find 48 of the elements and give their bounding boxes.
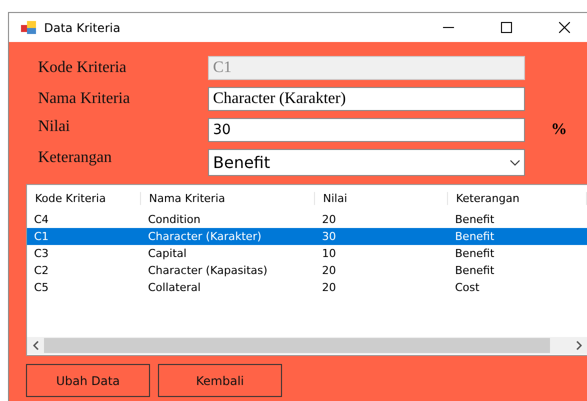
scroll-right-icon[interactable] — [576, 341, 582, 350]
table-cell-text: 20 — [321, 264, 337, 277]
scroll-left-icon[interactable] — [32, 341, 38, 350]
table-cell-text: C1 — [33, 230, 50, 243]
field-label: Keterangan — [38, 149, 113, 167]
table-cell-text: Collateral — [147, 281, 202, 294]
table-cell-text: C5 — [33, 281, 50, 294]
list-row[interactable]: C1 Character (Karakter) 30 Benefit — [27, 228, 587, 245]
window-title: Data Kriteria — [44, 20, 122, 34]
app-icon — [21, 21, 36, 34]
table-cell-text: Benefit — [454, 230, 496, 243]
table-cell-text: Benefit — [454, 213, 496, 226]
unit-label: % — [551, 121, 565, 139]
list-row[interactable]: C3 Capital 10 Benefit — [27, 245, 587, 262]
table-cell-text: 10 — [321, 247, 337, 260]
table-cell-text: Condition — [147, 213, 202, 226]
maximize-icon — [500, 22, 512, 33]
table-cell-text: 20 — [321, 213, 337, 226]
table-cell-text: 20 — [321, 281, 337, 294]
chevron-down-icon — [510, 160, 520, 166]
minimize-icon — [442, 27, 454, 28]
column-header[interactable]: Nama Kriteria — [141, 192, 315, 204]
table-cell-text: Benefit — [454, 247, 496, 260]
table-cell-text: Cost — [454, 281, 480, 294]
close-icon — [558, 22, 570, 33]
list-row[interactable]: C5 Collateral 20 Cost — [27, 279, 587, 296]
table-cell-text: Character (Kapasitas) — [147, 264, 268, 277]
field-label: Nilai — [38, 118, 71, 136]
column-header[interactable]: Kode Kriteria — [27, 192, 141, 204]
input-field[interactable]: 30 — [208, 118, 525, 142]
field-label: Kode Kriteria — [38, 59, 128, 77]
list-row[interactable]: C4 Condition 20 Benefit — [27, 211, 587, 228]
list-row[interactable]: C2 Character (Kapasitas) 20 Benefit — [27, 262, 587, 279]
table-cell-text: C4 — [33, 213, 50, 226]
input-field[interactable]: Character (Karakter) — [208, 87, 525, 111]
table-cell-text: Benefit — [454, 264, 496, 277]
action-button[interactable]: Kembali — [158, 364, 282, 397]
column-header[interactable]: Nilai — [315, 192, 448, 204]
table-cell-text: Capital — [147, 247, 188, 260]
column-header[interactable]: Keterangan — [448, 192, 587, 204]
dropdown[interactable]: Benefit — [208, 149, 525, 176]
field-label: Nama Kriteria — [38, 90, 131, 108]
table-cell-text: 30 — [321, 230, 337, 243]
table-cell-text: C2 — [33, 264, 50, 277]
action-button[interactable]: Ubah Data — [26, 364, 150, 397]
table-cell-text: Character (Karakter) — [147, 230, 262, 243]
table-cell-text: C3 — [33, 247, 50, 260]
horizontal-scrollbar[interactable] — [27, 337, 587, 354]
